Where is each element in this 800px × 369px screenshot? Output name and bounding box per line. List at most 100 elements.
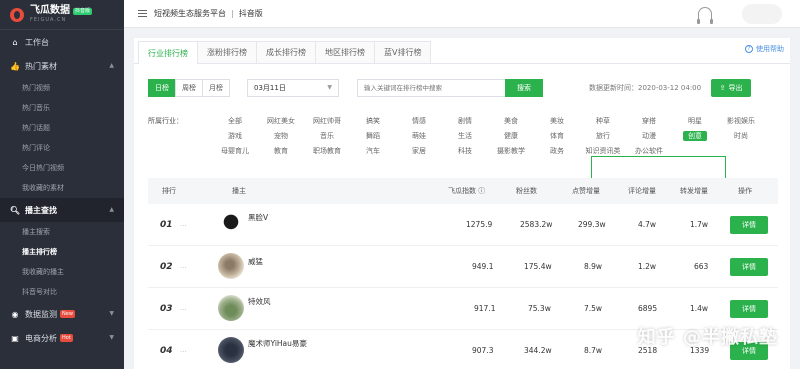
industry-option[interactable]: 教育 bbox=[258, 146, 304, 156]
chevron-down-icon: ▼ bbox=[109, 334, 114, 341]
header-fans[interactable]: 粉丝数 bbox=[516, 186, 537, 196]
industry-option[interactable]: 种草 bbox=[580, 116, 626, 126]
nav-hot-materials[interactable]: 👍 热门素材 ▲ bbox=[0, 54, 124, 78]
period-daily-button[interactable]: 日榜 bbox=[148, 79, 176, 97]
chevron-up-icon: ▲ bbox=[109, 62, 114, 69]
industry-option[interactable]: 健康 bbox=[488, 131, 534, 141]
industry-option[interactable]: 网红美女 bbox=[258, 116, 304, 126]
industry-option[interactable]: 游戏 bbox=[212, 131, 258, 141]
nav-data-monitor[interactable]: ◉ 数据监测 New ▼ bbox=[0, 302, 124, 326]
nav-streamer-search[interactable]: 🔍︎ 播主查找 ▲ bbox=[0, 198, 124, 222]
streamer-name[interactable]: 魔术师YiHau易豪 bbox=[248, 338, 307, 349]
header-comments[interactable]: 评论增量 bbox=[628, 186, 656, 196]
industry-option[interactable]: 办公软件 bbox=[626, 146, 672, 156]
avatar[interactable] bbox=[218, 295, 244, 321]
sidebar-item-label: 我收藏的播主 bbox=[22, 268, 64, 276]
industry-option[interactable]: 萌娃 bbox=[396, 131, 442, 141]
sidebar-item-label: 抖音号对比 bbox=[22, 288, 57, 296]
industry-option[interactable]: 汽车 bbox=[350, 146, 396, 156]
help-link[interactable]: ? 使用帮助 bbox=[745, 44, 784, 54]
industry-option[interactable]: 美食 bbox=[488, 116, 534, 126]
header-shares[interactable]: 转发增量 bbox=[680, 186, 708, 196]
industry-option[interactable]: 科技 bbox=[442, 146, 488, 156]
nav-streamer-search-label: 播主查找 bbox=[25, 205, 57, 215]
index-value: 1275.9 bbox=[466, 220, 493, 229]
sidebar-item-favorite-streamers[interactable]: 我收藏的播主 bbox=[0, 262, 124, 282]
headset-icon[interactable] bbox=[697, 7, 713, 24]
search-input[interactable] bbox=[357, 79, 505, 97]
sidebar-item-streamer-search[interactable]: 播主搜索 bbox=[0, 222, 124, 242]
industry-all[interactable]: 全部 bbox=[212, 116, 258, 126]
industry-option[interactable]: 知识资讯类 bbox=[580, 146, 626, 156]
breadcrumb-version[interactable]: 抖音版 bbox=[239, 8, 263, 19]
menu-icon[interactable] bbox=[138, 10, 147, 17]
industry-option[interactable]: 摄影教学 bbox=[488, 146, 534, 156]
sidebar-item-hot-videos[interactable]: 热门视频 bbox=[0, 78, 124, 98]
industry-option[interactable]: 美妆 bbox=[534, 116, 580, 126]
sidebar-item-my-favorites[interactable]: 我收藏的素材 bbox=[0, 178, 124, 198]
sidebar-item-label: 热门话题 bbox=[22, 124, 50, 132]
sidebar-item-account-compare[interactable]: 抖音号对比 bbox=[0, 282, 124, 302]
industry-option[interactable]: 明星 bbox=[672, 116, 718, 126]
streamer-name[interactable]: 威猛 bbox=[248, 256, 263, 267]
logo-icon bbox=[10, 7, 24, 22]
industry-option[interactable]: 家居 bbox=[396, 146, 442, 156]
industry-filter: 全部 网红美女 网红帅哥 搞笑 情感 剧情 美食 美妆 种草 穿搭 明星 影视娱… bbox=[212, 113, 786, 158]
header-index[interactable]: 飞瓜指数 ⓘ bbox=[448, 186, 485, 196]
question-icon: ? bbox=[745, 45, 753, 53]
date-select[interactable]: 03月11日 ▼ bbox=[247, 79, 339, 97]
industry-option[interactable]: 搞笑 bbox=[350, 116, 396, 126]
period-monthly-button[interactable]: 月榜 bbox=[202, 79, 230, 97]
tab-growth-ranking[interactable]: 成长排行榜 bbox=[256, 41, 316, 63]
logo[interactable]: 飞瓜数据 抖音版 FEIGUA.CN bbox=[0, 0, 124, 30]
nav-ecommerce[interactable]: ▣ 电商分析 Hot ▼ bbox=[0, 326, 124, 350]
tab-industry-ranking[interactable]: 行业排行榜 bbox=[138, 41, 198, 64]
industry-option-selected[interactable]: 创意 bbox=[672, 130, 718, 141]
avatar[interactable] bbox=[218, 253, 244, 279]
export-button[interactable]: ⇪ 导出 bbox=[711, 79, 752, 97]
industry-option[interactable]: 影视娱乐 bbox=[718, 116, 764, 126]
industry-option[interactable]: 宠物 bbox=[258, 131, 304, 141]
industry-option[interactable]: 职场教育 bbox=[304, 146, 350, 156]
industry-option[interactable]: 穿搭 bbox=[626, 116, 672, 126]
streamer-name[interactable]: 特效风 bbox=[248, 296, 271, 307]
fans-value: 175.4w bbox=[524, 262, 552, 271]
industry-option[interactable]: 旅行 bbox=[580, 131, 626, 141]
period-weekly-button[interactable]: 周榜 bbox=[175, 79, 203, 97]
top-header: 短视频生态服务平台 | 抖音版 bbox=[124, 0, 800, 28]
sidebar-item-hot-topics[interactable]: 热门话题 bbox=[0, 118, 124, 138]
user-avatar[interactable] bbox=[742, 4, 782, 24]
tab-fans-growth-ranking[interactable]: 涨粉排行榜 bbox=[197, 41, 257, 63]
rank-number: 01 bbox=[160, 220, 173, 230]
filter-bar: 日榜 周榜 月榜 03月11日 ▼ 搜索 数据更新时间：2020-03-12 0… bbox=[148, 78, 778, 98]
sidebar-item-today-hot-videos[interactable]: 今日热门视频 bbox=[0, 158, 124, 178]
main-panel: 行业排行榜 涨粉排行榜 成长排行榜 地区排行榜 蓝V排行榜 ? 使用帮助 日榜 … bbox=[134, 38, 790, 369]
industry-option[interactable]: 网红帅哥 bbox=[304, 116, 350, 126]
avatar[interactable] bbox=[218, 211, 244, 237]
nav-workbench[interactable]: ⌂ 工作台 bbox=[0, 30, 124, 54]
industry-option[interactable]: 体育 bbox=[534, 131, 580, 141]
industry-option[interactable]: 生活 bbox=[442, 131, 488, 141]
industry-option[interactable]: 舞蹈 bbox=[350, 131, 396, 141]
industry-option[interactable]: 时尚 bbox=[718, 131, 764, 141]
breadcrumb-separator: | bbox=[231, 9, 234, 18]
industry-option[interactable]: 音乐 bbox=[304, 131, 350, 141]
sidebar-item-hot-music[interactable]: 热门音乐 bbox=[0, 98, 124, 118]
industry-option[interactable]: 动漫 bbox=[626, 131, 672, 141]
avatar[interactable] bbox=[218, 337, 244, 363]
industry-option[interactable]: 情感 bbox=[396, 116, 442, 126]
detail-button[interactable]: 详情 bbox=[730, 216, 768, 234]
industry-option[interactable]: 母婴育儿 bbox=[212, 146, 258, 156]
search-button[interactable]: 搜索 bbox=[505, 79, 543, 97]
sidebar-item-hot-comments[interactable]: 热门评论 bbox=[0, 138, 124, 158]
detail-button[interactable]: 详情 bbox=[730, 258, 768, 276]
streamer-name[interactable]: 黑脸V bbox=[248, 212, 268, 223]
header-likes[interactable]: 点赞增量 bbox=[572, 186, 600, 196]
industry-option[interactable]: 剧情 bbox=[442, 116, 488, 126]
tab-region-ranking[interactable]: 地区排行榜 bbox=[315, 41, 375, 63]
industry-option[interactable]: 政务 bbox=[534, 146, 580, 156]
tab-bluev-ranking[interactable]: 蓝V排行榜 bbox=[374, 41, 432, 63]
sidebar-item-streamer-ranking[interactable]: 播主排行榜 bbox=[0, 242, 124, 262]
sidebar-item-label: 今日热门视频 bbox=[22, 164, 64, 172]
detail-button[interactable]: 详情 bbox=[730, 300, 768, 318]
